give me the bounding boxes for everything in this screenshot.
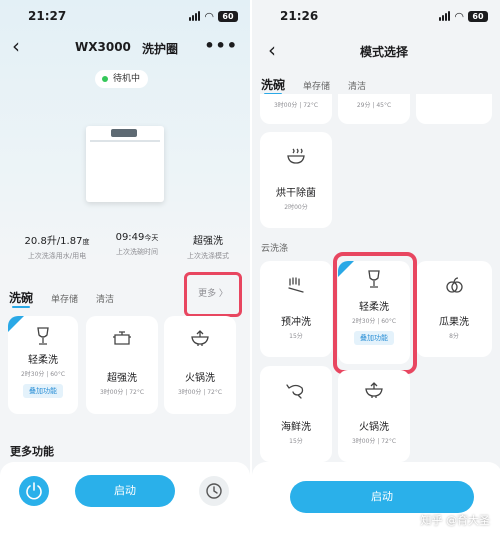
tab-clean[interactable]: 清洁 (348, 79, 366, 92)
signal-icon (439, 11, 450, 21)
mode-card-intensive[interactable]: 超强洗 3时00分 | 72°C (86, 316, 158, 414)
wifi-icon: ◠ (204, 10, 214, 23)
tab-clean[interactable]: 清洁 (96, 292, 114, 305)
page-title: WX3000 (75, 40, 131, 54)
status-bar: 21:27 ◠ 60 (0, 8, 250, 26)
tab-storage[interactable]: 单存储 (51, 292, 78, 305)
power-icon (26, 482, 42, 500)
mode-card-fruit[interactable]: 瓜果洗 8分 (416, 261, 492, 357)
power-button[interactable] (19, 476, 49, 506)
dishwasher-image (86, 126, 164, 202)
more-functions-title: 更多功能 (10, 445, 54, 458)
mode-detail: 8分 (449, 333, 459, 340)
mode-detail: 15分 (289, 333, 303, 340)
last-wash-stats: 20.8升/1.87度 上次洗涤用水/用电 09:49今天 上次洗碗时间 超强洗… (0, 232, 250, 262)
mode-card-partial[interactable]: 3时00分 | 72°C (260, 94, 332, 124)
signal-icon (189, 11, 200, 21)
mode-name: 预冲洗 (281, 317, 311, 328)
wifi-icon: ◠ (454, 10, 464, 23)
shrimp-icon (286, 384, 304, 399)
cloud-wash-section: 云洗涤 (261, 244, 289, 254)
mode-detail: 3时00分 | 72°C (99, 389, 145, 396)
status-badge: 待机中 (95, 70, 149, 88)
status-text: 待机中 (113, 74, 141, 84)
more-dots-icon[interactable]: ••• (204, 36, 238, 55)
battery-icon: 60 (218, 11, 238, 22)
addon-tag[interactable]: 叠加功能 (23, 384, 63, 398)
care-circle-link[interactable]: 洗护圈 (142, 40, 178, 57)
mode-detail: 3时00分 | 72°C (177, 389, 223, 396)
mode-card-seafood[interactable]: 海鲜洗 15分 (260, 366, 332, 462)
tab-dishwash[interactable]: 洗碗 (261, 76, 285, 93)
tab-indicator (12, 306, 30, 308)
highlight-frame (333, 252, 417, 374)
mode-detail: 3时00分 | 72°C (351, 438, 397, 445)
mode-card-prerinse[interactable]: 预冲洗 15分 (260, 261, 332, 357)
pot-icon (113, 331, 131, 345)
stat-last-time: 09:49今天 上次洗碗时间 (115, 232, 159, 256)
mode-card-dry[interactable]: 烘干除菌 2时00分 (260, 132, 332, 228)
selected-corner-icon (8, 316, 24, 332)
mode-detail: 2时00分 (284, 204, 308, 211)
tab-dishwash[interactable]: 洗碗 (9, 289, 33, 306)
watermark: 知乎 @育大圣 (420, 514, 491, 527)
mode-detail: 2时30分 | 60°C (20, 371, 66, 378)
back-icon[interactable]: ‹ (12, 36, 20, 56)
mode-tabs: 洗碗 单存储 清洁 (261, 76, 384, 93)
mode-name: 瓜果洗 (439, 317, 469, 328)
start-button[interactable]: 启动 (75, 475, 175, 507)
battery-icon: 60 (468, 11, 488, 22)
stat-water-power: 20.8升/1.87度 上次洗涤用水/用电 (24, 236, 90, 260)
mode-name: 烘干除菌 (276, 188, 316, 199)
status-bar: 21:26 ◠ 60 (252, 8, 500, 26)
mode-name: 海鲜洗 (281, 422, 311, 433)
mode-tabs: 洗碗 单存储 清洁 (9, 289, 132, 306)
mode-card-partial[interactable] (416, 94, 492, 124)
fruit-icon (446, 277, 463, 293)
bowl-steam-icon (287, 148, 305, 164)
mode-card-hotpot[interactable]: 火锅洗 3时00分 | 72°C (338, 370, 410, 462)
mode-detail: 15分 (289, 438, 303, 445)
clock-icon (206, 483, 222, 499)
page-title: 模式选择 (360, 45, 409, 59)
mode-card-gentle[interactable]: 轻柔洗 2时30分 | 60°C 叠加功能 (8, 316, 78, 414)
hotpot-icon (365, 382, 383, 398)
mode-card-hotpot[interactable]: 火锅洗 3时00分 | 72°C (164, 316, 236, 414)
device-screen: 21:27 ◠ 60 ‹ WX3000 洗护圈 ••• 待机中 20.8升/1.… (0, 0, 250, 541)
mode-name: 火锅洗 (185, 373, 215, 384)
shower-icon (288, 277, 304, 293)
mode-name: 超强洗 (107, 373, 137, 384)
schedule-button[interactable] (199, 476, 229, 506)
mode-card-partial[interactable]: 29分 | 45°C (338, 94, 410, 124)
more-modes-button[interactable]: 更多 〉 (184, 272, 242, 317)
status-time: 21:26 (280, 9, 319, 23)
start-button[interactable]: 启动 (290, 481, 474, 513)
wine-glass-icon (37, 327, 49, 345)
tab-storage[interactable]: 单存储 (303, 79, 330, 92)
hotpot-icon (191, 330, 209, 346)
stat-last-mode: 超强洗 上次洗涤模式 (187, 236, 229, 260)
status-time: 21:27 (28, 9, 67, 23)
mode-name: 轻柔洗 (28, 355, 58, 366)
back-icon[interactable]: ‹ (268, 40, 276, 60)
mode-select-screen: 21:26 ◠ 60 ‹ 模式选择 洗碗 单存储 清洁 3时00分 | 72°C… (250, 0, 500, 541)
status-dot-icon (102, 76, 108, 82)
mode-name: 火锅洗 (359, 422, 389, 433)
control-panel (111, 129, 137, 137)
